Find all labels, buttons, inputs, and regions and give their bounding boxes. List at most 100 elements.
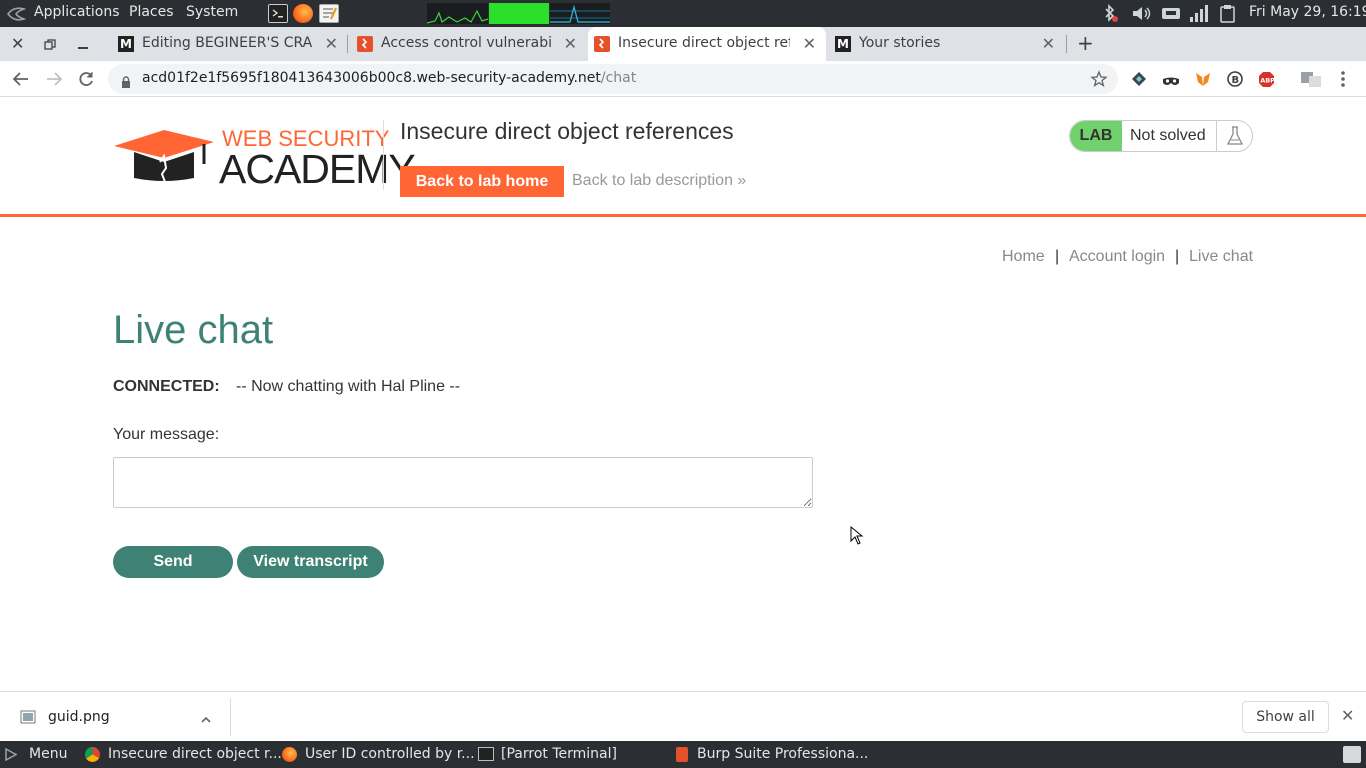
svg-text:B: B: [1232, 75, 1240, 86]
send-button[interactable]: Send: [113, 546, 233, 578]
web-page: WEB SECURITY ACADEMY Insecure direct obj…: [0, 98, 1366, 691]
svg-text:ABP: ABP: [1260, 77, 1275, 85]
network-graph-monitor: [550, 3, 610, 24]
lock-icon[interactable]: [121, 73, 131, 88]
forward-arrow-icon[interactable]: [45, 70, 63, 88]
browser-menu-icon[interactable]: [1341, 70, 1345, 88]
back-arrow-icon[interactable]: [12, 70, 30, 88]
tab-your-stories[interactable]: M Your stories ✕: [829, 27, 1065, 61]
system-top-panel: Applications Places System Fri May 29, 1…: [0, 0, 1366, 27]
lab-title: Insecure direct object references: [400, 118, 734, 144]
back-to-lab-description-link[interactable]: Back to lab description »: [572, 172, 746, 190]
chrome-icon: [85, 747, 100, 762]
bookmark-star-icon[interactable]: [1090, 70, 1108, 88]
page-title: Live chat: [113, 308, 274, 352]
url-text[interactable]: acd01f2e1f5695f180413643006b00c8.web-sec…: [142, 70, 636, 86]
close-window-icon[interactable]: ✕: [11, 34, 24, 53]
firefox-icon: [282, 747, 297, 762]
menu-launcher-icon[interactable]: [4, 747, 18, 762]
flask-icon: [1216, 121, 1252, 151]
message-label: Your message:: [113, 426, 220, 443]
places-menu[interactable]: Places: [129, 4, 174, 20]
double-chevron-icon: »: [732, 172, 747, 189]
tab-editing-story[interactable]: M Editing BEGINEER'S CRA ✕: [112, 27, 348, 61]
taskbar-item-burp[interactable]: Burp Suite Professiona...: [697, 746, 868, 762]
firefox-launcher-icon[interactable]: [293, 4, 313, 23]
extension-mask-icon[interactable]: [1162, 73, 1180, 85]
back-description-label: Back to lab description: [572, 172, 733, 189]
nav-home-link[interactable]: Home: [1002, 248, 1045, 266]
header-accent-rule: [0, 214, 1366, 217]
taskbar-item-terminal[interactable]: [Parrot Terminal]: [501, 746, 617, 762]
close-tab-icon[interactable]: ✕: [564, 34, 577, 53]
tab-separator: [1066, 35, 1067, 53]
network-status-icon[interactable]: [1160, 5, 1182, 22]
extension-b-icon[interactable]: B: [1227, 71, 1243, 87]
parrot-logo-icon[interactable]: [6, 5, 27, 23]
text-editor-launcher-icon[interactable]: [319, 4, 339, 23]
extension-translate-icon[interactable]: [1300, 71, 1322, 88]
extension-metamask-icon[interactable]: [1195, 71, 1211, 87]
lab-status-text: Not solved: [1130, 127, 1206, 144]
medium-icon: M: [835, 36, 851, 52]
message-input[interactable]: [113, 457, 813, 508]
downloaded-file-name[interactable]: guid.png: [48, 709, 110, 725]
tab-insecure-direct-object[interactable]: Insecure direct object refe ✕: [588, 27, 826, 61]
shelf-divider: [230, 698, 231, 736]
show-all-downloads-button[interactable]: Show all: [1242, 701, 1329, 733]
portswigger-icon: [357, 36, 373, 52]
address-bar[interactable]: acd01f2e1f5695f180413643006b00c8.web-sec…: [108, 64, 1118, 94]
tab-separator: [347, 35, 348, 53]
nav-live-chat-link[interactable]: Live chat: [1189, 248, 1253, 266]
extension-wappalyzer-icon[interactable]: [1131, 71, 1147, 87]
download-shelf: guid.png Show all ✕: [0, 691, 1366, 741]
taskbar-item-browser[interactable]: Insecure direct object r...: [108, 746, 282, 762]
tab-access-control[interactable]: Access control vulnerabili ✕: [351, 27, 587, 61]
close-tab-icon[interactable]: ✕: [803, 34, 816, 53]
browser-toolbar: acd01f2e1f5695f180413643006b00c8.web-sec…: [0, 61, 1366, 97]
url-path: /chat: [600, 70, 637, 86]
minimize-window-icon[interactable]: [78, 47, 88, 49]
cpu-graph-monitor: [426, 3, 489, 24]
close-shelf-icon[interactable]: ✕: [1341, 706, 1354, 725]
terminal-icon: [478, 747, 494, 761]
nav-separator: |: [1175, 248, 1180, 265]
system-menu[interactable]: System: [186, 4, 238, 20]
url-host: acd01f2e1f5695f180413643006b00c8.web-sec…: [142, 70, 601, 86]
lab-badge-label: LAB: [1070, 121, 1122, 151]
logo-text-bottom: ACADEMY: [219, 146, 416, 192]
volume-icon[interactable]: [1130, 4, 1154, 23]
view-transcript-button[interactable]: View transcript: [237, 546, 384, 578]
back-to-lab-home-button[interactable]: Back to lab home: [400, 166, 564, 197]
new-tab-icon[interactable]: +: [1077, 31, 1094, 55]
terminal-launcher-icon[interactable]: [268, 4, 288, 23]
connection-status-label: CONNECTED:: [113, 378, 220, 395]
system-taskbar: Menu Insecure direct object r... User ID…: [0, 741, 1366, 768]
tab-label: Editing BEGINEER'S CRA: [142, 35, 313, 51]
desktop-switcher-icon[interactable]: [1343, 746, 1361, 763]
mortarboard-icon: [114, 130, 214, 183]
header-divider: [383, 120, 384, 190]
taskbar-menu-button[interactable]: Menu: [29, 746, 67, 762]
chevron-up-icon[interactable]: [200, 710, 212, 723]
restore-window-icon[interactable]: [44, 36, 56, 50]
applications-menu[interactable]: Applications: [34, 4, 120, 20]
lab-status-badge: LAB Not solved: [1069, 120, 1253, 152]
nav-account-login-link[interactable]: Account login: [1069, 248, 1165, 266]
wifi-signal-icon[interactable]: [1188, 4, 1208, 23]
close-tab-icon[interactable]: ✕: [1042, 34, 1055, 53]
web-security-academy-logo[interactable]: WEB SECURITY ACADEMY: [114, 126, 416, 192]
clipboard-icon[interactable]: [1218, 4, 1238, 23]
nav-separator: |: [1055, 248, 1060, 265]
portswigger-icon: [594, 36, 610, 52]
extension-adblock-icon[interactable]: ABP: [1258, 71, 1275, 88]
bluetooth-icon[interactable]: [1102, 4, 1118, 23]
clock[interactable]: Fri May 29, 16:19: [1249, 4, 1366, 20]
close-tab-icon[interactable]: ✕: [325, 34, 338, 53]
image-file-icon: [20, 709, 36, 725]
chat-system-message: -- Now chatting with Hal Pline --: [236, 378, 461, 395]
reload-icon[interactable]: [77, 70, 95, 88]
taskbar-item-firefox[interactable]: User ID controlled by r...: [305, 746, 475, 762]
tab-label: Access control vulnerabili: [381, 35, 553, 51]
memory-graph-monitor: [489, 3, 549, 24]
